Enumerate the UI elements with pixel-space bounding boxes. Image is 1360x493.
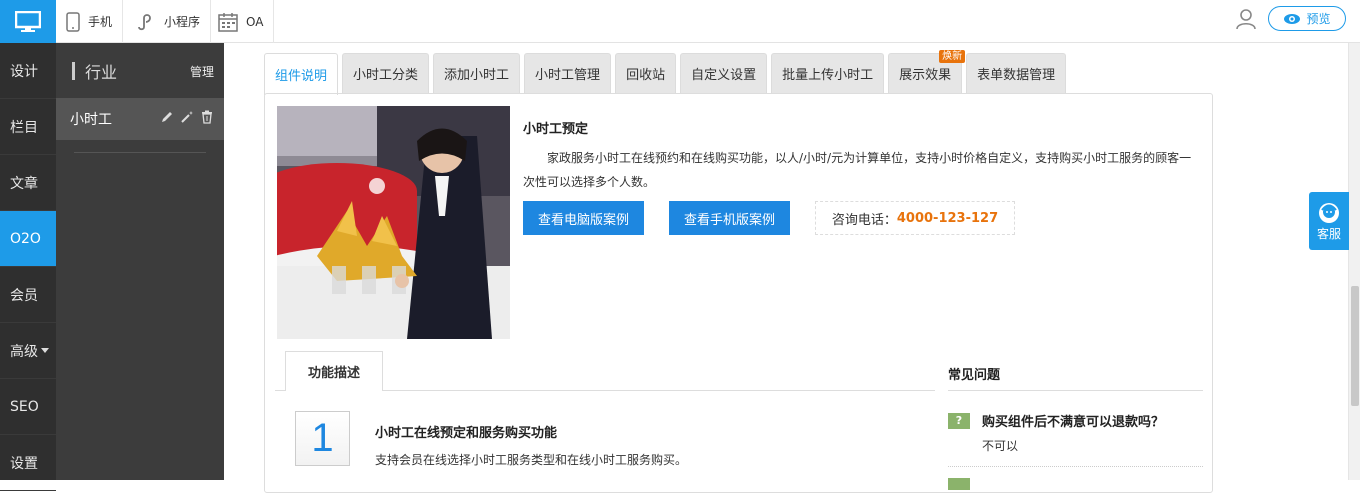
topbar-item-oa[interactable]: OA: [208, 0, 275, 43]
faq-divider: [948, 390, 1203, 391]
tab-label: 自定义设置: [691, 68, 757, 83]
subnav-manage-link[interactable]: 管理: [190, 63, 214, 80]
left-nav: 设计 栏目 文章 O2O 会员 高级 SEO 设置: [0, 43, 56, 491]
subnav-header: 行业 管理: [56, 43, 224, 98]
topbar-item-phone[interactable]: 手机: [56, 0, 124, 43]
feature-number: 1: [295, 411, 350, 466]
intro-title: 小时工预定: [523, 122, 589, 137]
nav-item-column[interactable]: 栏目: [0, 99, 56, 155]
feature-title: 小时工在线预定和服务购买功能: [375, 426, 558, 441]
tab-label: 小时工管理: [535, 68, 601, 83]
faq-question-text: 购买组件后不满意可以退款吗？: [982, 415, 1165, 430]
consult-phone: 咨询电话： 4000-123-127: [815, 201, 1015, 235]
top-bar: 手机 小程序 OA 预览: [0, 0, 1360, 43]
nav-label: 设计: [10, 63, 38, 80]
tab-label: 小时工分类: [353, 68, 419, 83]
eye-icon: [1284, 13, 1301, 24]
topbar-item-label: 小程序: [164, 15, 201, 29]
main-content: 组件说明 小时工分类 添加小时工 小时工管理 回收站 自定义设置 批量上传小时工…: [224, 43, 1348, 493]
nav-item-advanced[interactable]: 高级: [0, 323, 56, 379]
topbar-item-label: OA: [246, 14, 264, 29]
product-photo: [277, 106, 510, 339]
faq-title: 常见问题: [948, 368, 1001, 383]
calendar-icon: [218, 12, 238, 32]
preview-button[interactable]: 预览: [1268, 6, 1346, 31]
service-agent-icon: [1319, 202, 1339, 223]
topbar-item-label: 手机: [88, 15, 113, 29]
nav-item-seo[interactable]: SEO: [0, 379, 56, 435]
miniprogram-icon: [138, 13, 151, 30]
tab-label: 添加小时工: [444, 68, 510, 83]
faq-answer: 不可以: [982, 439, 1019, 453]
new-badge: 焕新: [939, 50, 966, 63]
view-pc-case-button[interactable]: 查看电脑版案例: [523, 201, 644, 235]
nav-item-settings[interactable]: 设置: [0, 435, 56, 491]
nav-label: 栏目: [10, 119, 38, 136]
sub-nav: 行业 管理 小时工: [56, 43, 224, 480]
tab-label: 组件说明: [275, 69, 328, 84]
tab-label: 回收站: [626, 68, 666, 83]
nav-item-o2o[interactable]: O2O: [0, 211, 56, 267]
desktop-icon[interactable]: [0, 0, 56, 43]
nav-item-article[interactable]: 文章: [0, 155, 56, 211]
nav-label: 设置: [10, 455, 38, 472]
tab-add-hourly[interactable]: 添加小时工: [433, 53, 521, 93]
trash-icon[interactable]: [200, 110, 214, 124]
tab-label: 展示效果: [899, 68, 952, 83]
customer-service-button[interactable]: 客服: [1309, 192, 1349, 250]
phone-icon: [66, 11, 80, 32]
faq-question[interactable]: ? 购买组件后不满意可以退款吗？: [948, 411, 1164, 430]
nav-label: 文章: [10, 175, 38, 192]
preview-label: 预览: [1306, 12, 1331, 26]
nav-label: SEO: [10, 398, 39, 415]
nav-label: O2O: [10, 230, 41, 247]
caret-down-icon: [41, 348, 49, 353]
tab-form-data[interactable]: 表单数据管理: [966, 53, 1067, 93]
tab-bar: 组件说明 小时工分类 添加小时工 小时工管理 回收站 自定义设置 批量上传小时工…: [264, 50, 1067, 95]
nav-label: 会员: [10, 287, 38, 304]
scrollbar-thumb[interactable]: [1351, 286, 1359, 406]
view-mobile-case-button[interactable]: 查看手机版案例: [669, 201, 790, 235]
tab-custom-settings[interactable]: 自定义设置: [680, 53, 768, 93]
tab-label: 表单数据管理: [977, 68, 1056, 83]
tab-display-effect[interactable]: 展示效果 焕新: [888, 50, 966, 93]
subnav-item-label: 小时工: [70, 112, 112, 128]
tab-component-intro[interactable]: 组件说明: [264, 53, 339, 95]
nav-item-design[interactable]: 设计: [0, 43, 56, 99]
topbar-item-miniprogram[interactable]: 小程序: [126, 0, 212, 43]
customer-service-label: 客服: [1316, 226, 1341, 241]
tab-recycle-bin[interactable]: 回收站: [615, 53, 677, 93]
scrollbar[interactable]: [1348, 43, 1360, 480]
edit-icon[interactable]: [160, 110, 174, 124]
intro-description: 家政服务小时工在线预约和在线购买功能，以人/小时/元为计算单位，支持小时价格自定…: [523, 151, 1192, 189]
user-icon[interactable]: [1236, 8, 1256, 30]
intro-panel: 小时工预定 家政服务小时工在线预约和在线购买功能，以人/小时/元为计算单位，支持…: [264, 93, 1213, 493]
phone-number: 4000-123-127: [896, 210, 999, 226]
nav-label: 高级: [10, 343, 38, 360]
magic-wand-icon[interactable]: [180, 110, 194, 124]
tab-feature-description[interactable]: 功能描述: [285, 351, 383, 391]
tab-batch-upload[interactable]: 批量上传小时工: [771, 53, 885, 93]
subnav-divider: [74, 152, 206, 153]
tab-hourly-manage[interactable]: 小时工管理: [524, 53, 612, 93]
phone-label: 咨询电话：: [831, 212, 897, 228]
nav-item-member[interactable]: 会员: [0, 267, 56, 323]
tab-label: 批量上传小时工: [782, 68, 874, 83]
subnav-bar: [72, 61, 75, 80]
feature-desc: 支持会员在线选择小时工服务类型和在线小时工服务购买。: [375, 453, 688, 467]
tab-hourly-category[interactable]: 小时工分类: [342, 53, 430, 93]
faq-separator: [948, 466, 1203, 467]
subnav-item-hourly[interactable]: 小时工: [56, 98, 224, 140]
subnav-title: 行业: [85, 62, 118, 82]
question-mark-icon: ?: [948, 412, 970, 429]
